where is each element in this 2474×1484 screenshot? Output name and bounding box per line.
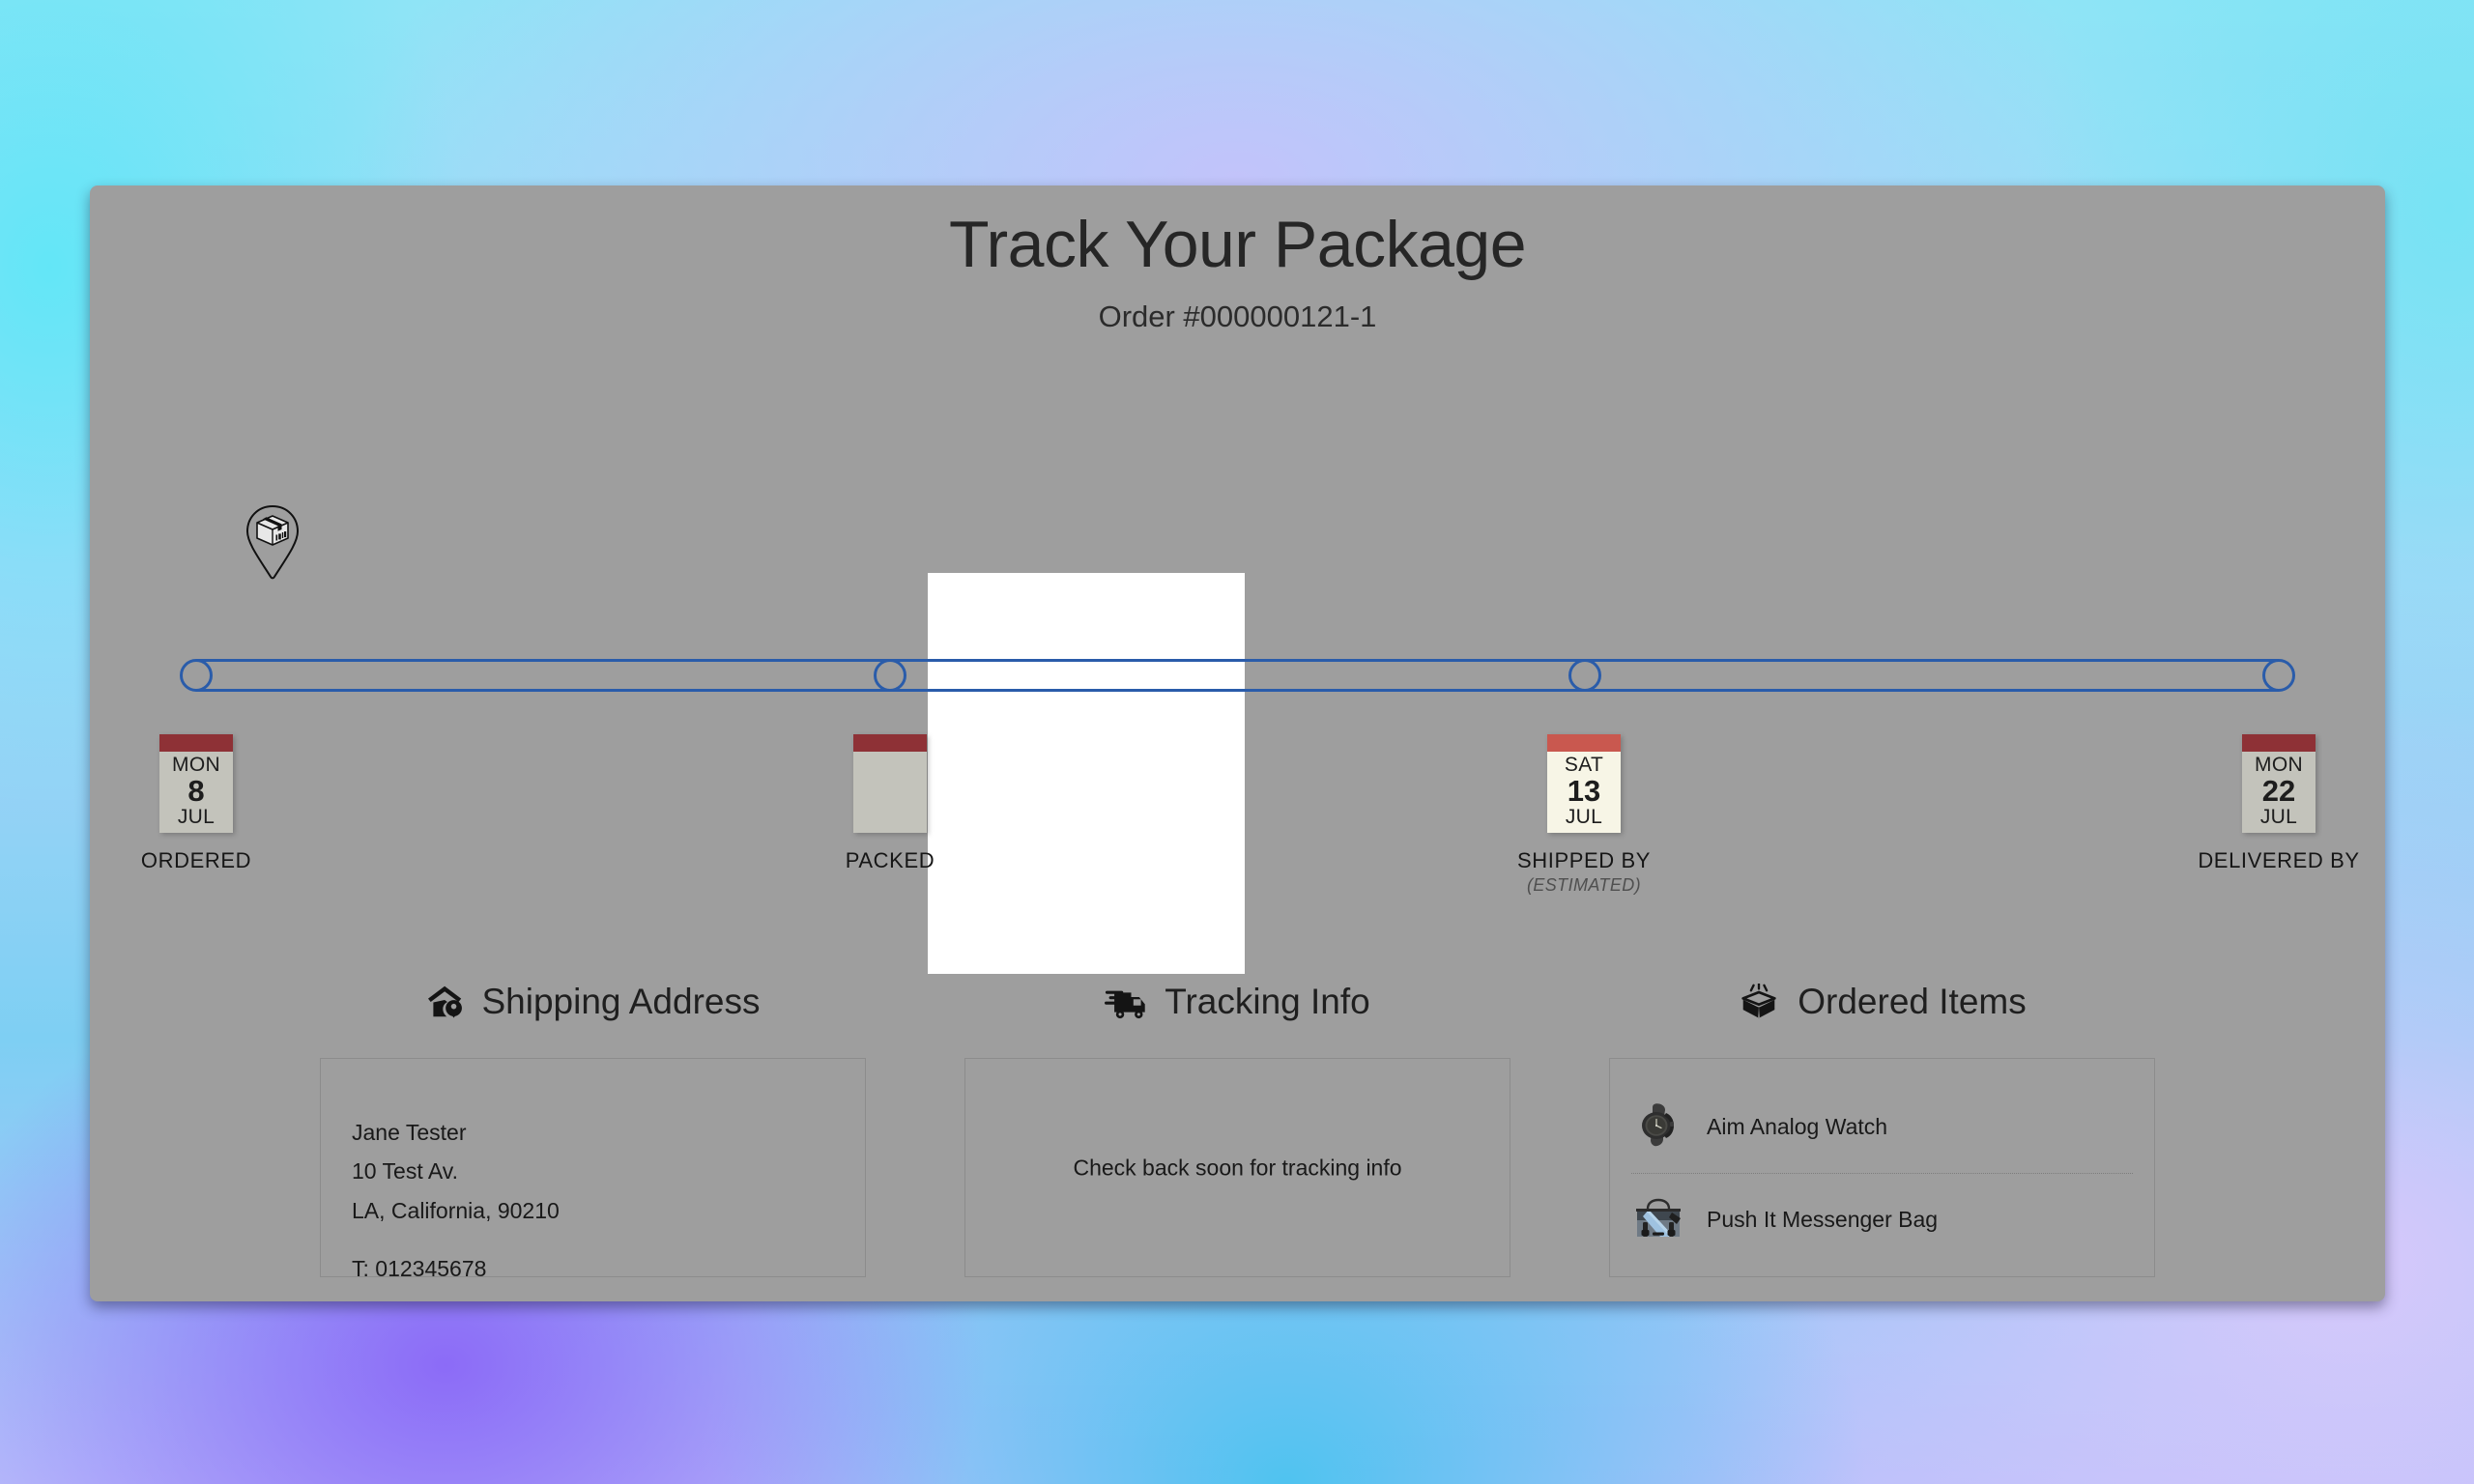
calendar-day-of-week: SAT (1564, 754, 1604, 777)
timeline-step-label: DELIVERED BY (2198, 848, 2360, 872)
calendar-month: JUL (1565, 805, 1603, 828)
item-name: Aim Analog Watch (1707, 1113, 1888, 1139)
ordered-items-box: Aim Analog Watch Push It Messenger Bag (1609, 1058, 2155, 1277)
list-item[interactable]: Push It Messenger Bag (1631, 1173, 2133, 1266)
panel-title: Tracking Info (1165, 982, 1370, 1021)
timeline-step-packed[interactable]: PACKED (774, 734, 1006, 873)
calendar-day-of-week: MON (172, 754, 220, 777)
panel-header: Tracking Info (964, 973, 1510, 1031)
timeline-step-label: SHIPPED BY (1516, 848, 1652, 872)
open-box-icon (1738, 984, 1780, 1020)
city-state-zip: LA, California, 90210 (352, 1197, 560, 1223)
timeline-step-shipped-by[interactable]: SAT 13 JUL SHIPPED BY (ESTIMATED) (1468, 734, 1700, 896)
shipping-address-box: Jane Tester 10 Test Av. LA, California, … (320, 1058, 866, 1281)
calendar-ordered: MON 8 JUL (159, 734, 233, 833)
calendar-header-bar (1547, 734, 1621, 752)
calendar-day-number: 8 (187, 774, 205, 809)
street-address: 10 Test Av. (352, 1158, 458, 1184)
recipient-name: Jane Tester (352, 1120, 467, 1145)
shipping-address-text: Jane Tester 10 Test Av. LA, California, … (352, 1113, 560, 1288)
package-pin-icon (242, 504, 303, 580)
list-item[interactable]: Aim Analog Watch (1631, 1080, 2133, 1173)
timeline-step-ordered[interactable]: MON 8 JUL ORDERED (90, 734, 312, 873)
panel-header: Ordered Items (1609, 973, 2155, 1031)
calendar-month: JUL (2259, 805, 2298, 828)
ordered-items-list: Aim Analog Watch Push It Messenger Bag (1610, 1059, 2154, 1266)
item-name: Push It Messenger Bag (1707, 1207, 1939, 1232)
panel-header: Shipping Address (320, 973, 866, 1031)
calendar-body: MON 22 JUL (2255, 752, 2303, 833)
panel-ordered-items: Ordered Items Aim Analog Watch Push It M… (1609, 973, 2155, 1277)
phone-number: T: 012345678 (352, 1255, 487, 1281)
calendar-packed (853, 734, 927, 833)
house-location-icon (426, 985, 465, 1019)
track-package-card: Track Your Package Order #000000121-1 MO… (90, 186, 2385, 1301)
messenger-bag-thumbnail (1631, 1193, 1685, 1247)
tracking-empty-message: Check back soon for tracking info (1073, 1155, 1402, 1180)
detail-panels: Shipping Address Jane Tester 10 Test Av.… (90, 973, 2385, 1281)
calendar-header-bar (853, 734, 927, 752)
timeline-step-delivered-by[interactable]: MON 22 JUL DELIVERED BY (2163, 734, 2385, 873)
panel-title: Shipping Address (481, 982, 761, 1021)
panel-tracking-info: Tracking Info Check back soon for tracki… (964, 973, 1510, 1277)
calendar-header-bar (159, 734, 233, 752)
watch-thumbnail (1631, 1099, 1685, 1154)
timeline-steps: MON 8 JUL ORDERED PACKED SAT 13 JUL SHIP… (90, 504, 2385, 958)
timeline-step-label: PACKED (845, 848, 935, 872)
calendar-body: MON 8 JUL (172, 752, 220, 833)
shipment-timeline: MON 8 JUL ORDERED PACKED SAT 13 JUL SHIP… (90, 504, 2385, 974)
calendar-day-of-week: MON (2255, 754, 2303, 777)
calendar-day-number: 22 (2261, 774, 2296, 809)
calendar-month: JUL (177, 805, 216, 828)
calendar-body: SAT 13 JUL (1565, 752, 1603, 833)
timeline-step-label: ORDERED (140, 848, 252, 872)
page-title: Track Your Package (948, 208, 1527, 281)
calendar-shipped-by: SAT 13 JUL (1547, 734, 1621, 833)
calendar-header-bar (2242, 734, 2316, 752)
timeline-step-sublabel: (ESTIMATED) (1526, 875, 1642, 895)
tracking-info-box: Check back soon for tracking info (964, 1058, 1510, 1277)
calendar-delivered-by: MON 22 JUL (2242, 734, 2316, 833)
panel-shipping-address: Shipping Address Jane Tester 10 Test Av.… (320, 973, 866, 1281)
calendar-day-number: 13 (1567, 774, 1601, 809)
order-number: Order #000000121-1 (1098, 300, 1377, 333)
delivery-truck-icon (1105, 985, 1147, 1019)
panel-title: Ordered Items (1798, 982, 2027, 1021)
